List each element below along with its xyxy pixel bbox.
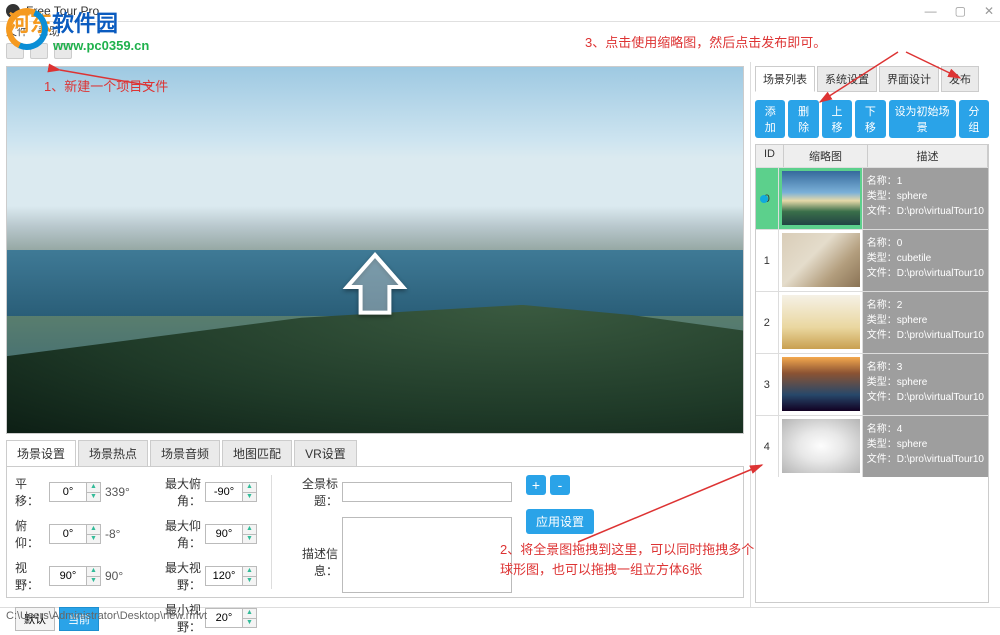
thumbnail-icon xyxy=(782,171,860,225)
head-desc: 描述 xyxy=(868,145,988,167)
btn-plus[interactable]: + xyxy=(526,475,546,495)
tab-map[interactable]: 地图匹配 xyxy=(222,440,292,466)
rtab-scene-list[interactable]: 场景列表 xyxy=(755,66,815,92)
btn-move-down[interactable]: 下移 xyxy=(855,100,885,138)
btn-apply-settings[interactable]: 应用设置 xyxy=(526,509,594,534)
static-tilt: -8° xyxy=(105,527,135,541)
table-row[interactable]: 2 名称：2类型：sphere文件：D:\pro\virtualTour10 xyxy=(756,291,988,353)
btn-group[interactable]: 分组 xyxy=(959,100,989,138)
table-row[interactable]: 3 名称：3类型：sphere文件：D:\pro\virtualTour10 xyxy=(756,353,988,415)
table-row[interactable]: 4 名称：4类型：sphere文件：D:\pro\virtualTour10 xyxy=(756,415,988,477)
maximize-icon[interactable]: ▢ xyxy=(955,4,966,18)
rtab-system[interactable]: 系统设置 xyxy=(817,66,877,92)
scene-table: ID 缩略图 描述 0 名称：1类型：sphere文件：D:\pro\virtu… xyxy=(755,144,989,603)
minimize-icon[interactable]: — xyxy=(925,4,937,18)
spin-tilt[interactable]: ▲▼ xyxy=(49,524,101,544)
app-icon xyxy=(6,4,20,18)
static-pan: 339° xyxy=(105,485,135,499)
static-fov: 90° xyxy=(105,569,135,583)
lbl-fov: 视野： xyxy=(15,559,45,593)
thumbnail-icon xyxy=(782,295,860,349)
menu-help[interactable]: 帮助 xyxy=(38,23,60,39)
spin-maxtilt[interactable]: ▲▼ xyxy=(205,482,257,502)
head-thumb: 缩略图 xyxy=(784,145,868,167)
thumbnail-icon xyxy=(782,233,860,287)
lbl-mintilt: 最大仰角： xyxy=(149,517,201,551)
annotation-1: 1、新建一个项目文件 xyxy=(44,76,168,95)
annotation-2: 2、将全景图拖拽到这里，可以同时拖拽多个球形图，也可以拖拽一组立方体6张 xyxy=(500,540,755,579)
spin-pan[interactable]: ▲▼ xyxy=(49,482,101,502)
thumbnail-icon xyxy=(782,357,860,411)
spin-maxfov[interactable]: ▲▼ xyxy=(205,566,257,586)
toolbar-save-icon[interactable] xyxy=(54,43,72,59)
titlebar: Free Tour Pro — ▢ ✕ xyxy=(0,0,1000,22)
input-title[interactable] xyxy=(342,482,512,502)
nav-arrow-icon[interactable] xyxy=(335,247,415,327)
lbl-tilt: 俯仰： xyxy=(15,517,45,551)
tab-audio[interactable]: 场景音频 xyxy=(150,440,220,466)
btn-delete[interactable]: 删除 xyxy=(788,100,818,138)
btn-move-up[interactable]: 上移 xyxy=(822,100,852,138)
btn-add[interactable]: 添加 xyxy=(755,100,785,138)
spin-minfov[interactable]: ▲▼ xyxy=(205,608,257,628)
head-id: ID xyxy=(756,145,784,167)
window-title: Free Tour Pro xyxy=(26,4,99,18)
input-desc[interactable] xyxy=(342,517,512,593)
toolbar-new-icon[interactable] xyxy=(6,43,24,59)
spin-fov[interactable]: ▲▼ xyxy=(49,566,101,586)
lbl-maxtilt: 最大俯角： xyxy=(149,475,201,509)
table-row[interactable]: 1 名称：0类型：cubetile文件：D:\pro\virtualTour10 xyxy=(756,229,988,291)
tab-hotspot[interactable]: 场景热点 xyxy=(78,440,148,466)
btn-minus[interactable]: - xyxy=(550,475,570,495)
lbl-maxfov: 最大视野： xyxy=(149,559,201,593)
annotation-3: 3、点击使用缩略图，然后点击发布即可。 xyxy=(585,32,826,51)
thumbnail-icon xyxy=(782,419,860,473)
spin-mintilt[interactable]: ▲▼ xyxy=(205,524,257,544)
table-row[interactable]: 0 名称：1类型：sphere文件：D:\pro\virtualTour10 xyxy=(756,167,988,229)
lbl-title: 全景标题： xyxy=(286,475,338,509)
menu-file[interactable]: 文件 xyxy=(6,23,28,39)
tab-vr[interactable]: VR设置 xyxy=(294,440,357,466)
tab-scene-settings[interactable]: 场景设置 xyxy=(6,440,76,466)
toolbar xyxy=(0,40,1000,62)
btn-set-initial[interactable]: 设为初始场景 xyxy=(889,100,956,138)
toolbar-open-icon[interactable] xyxy=(30,43,48,59)
rtab-publish[interactable]: 发布 xyxy=(941,66,979,92)
close-icon[interactable]: ✕ xyxy=(984,4,994,18)
lbl-desc: 描述信息： xyxy=(286,545,338,579)
rtab-ui-design[interactable]: 界面设计 xyxy=(879,66,939,92)
menubar: 文件 帮助 xyxy=(0,22,1000,40)
lbl-pan: 平移： xyxy=(15,475,45,509)
panorama-viewport[interactable] xyxy=(6,66,744,434)
